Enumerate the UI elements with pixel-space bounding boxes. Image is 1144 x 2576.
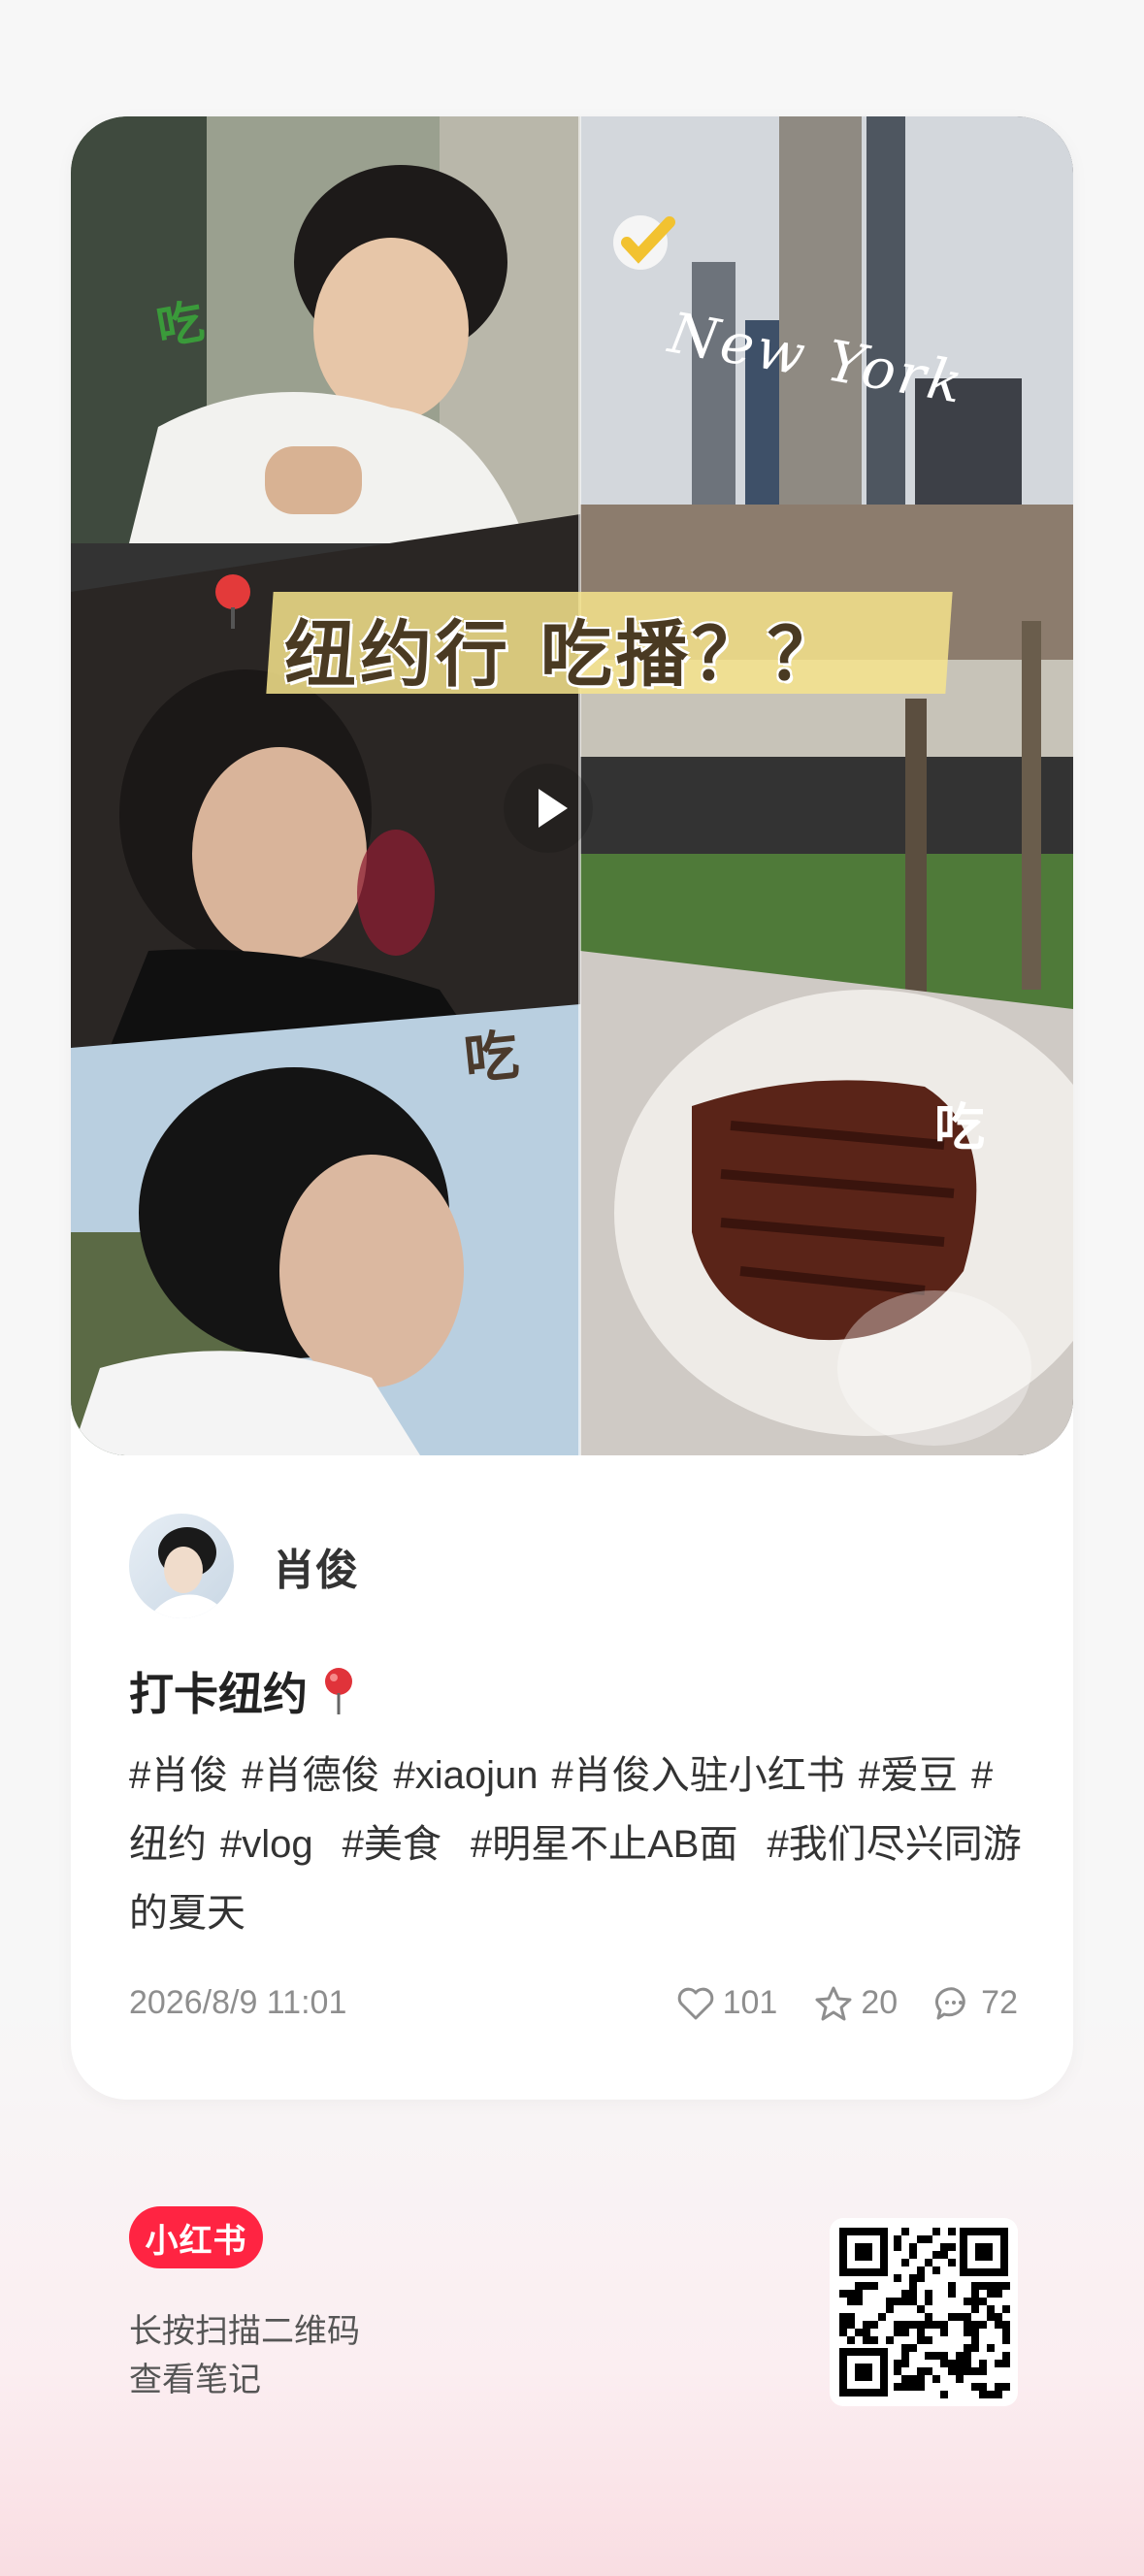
post-title-text: 打卡纽约 [129,1669,308,1719]
qr-instruction-line-2: 查看笔记 [129,2362,261,2398]
cover-collage[interactable]: 纽约行 吃播？？ New York 吃 吃 吃 [71,116,1073,1455]
qr-instruction-line-1: 长按扫描二维码 [129,2313,360,2350]
star-count: 20 [861,1984,899,2021]
eat-sticker-2: 吃 [461,1024,522,1091]
post-date: 2026/8/9 11:01 [129,1984,347,2021]
hashtag-list: #肖俊 #肖德俊 #xiaojun #肖俊入驻小红书 #爱豆 #纽约 #vlog #美食 #明星… [129,1742,1031,1948]
red-pin-icon [215,574,250,629]
location-pin-icon [319,1666,358,1716]
hashtag[interactable]: #美食 [343,1823,441,1866]
star-stat[interactable]: 20 [814,1984,898,2022]
author-name[interactable]: 肖俊 [273,1535,358,1597]
hashtag[interactable]: #vlog [220,1823,313,1866]
like-count: 101 [722,1984,778,2021]
post-meta: 2026/8/9 11:01 101 20 72 [129,1984,1018,2033]
xiaohongshu-logo: 小红书 [129,2206,263,2268]
check-badge-icon [613,215,675,270]
qr-instructions: 长按扫描二维码 查看笔记 [129,2307,360,2404]
hashtag[interactable]: #xiaojun [394,1754,539,1797]
star-icon [815,1986,852,2020]
hashtag[interactable]: #爱豆 [859,1754,958,1797]
post-stats: 101 20 72 [639,1984,1018,2022]
cover-title: 纽约行 吃播？？ [284,613,843,697]
heart-icon [677,1987,713,2019]
comment-stat[interactable]: 72 [934,1984,1018,2022]
comment-icon [935,1986,965,2019]
hashtag[interactable]: #肖俊 [129,1754,228,1797]
post-title: 打卡纽约 [129,1659,358,1723]
qr-code[interactable] [830,2218,1018,2406]
eat-sticker-3: 吃 [934,1100,986,1157]
hashtag[interactable]: #明星不止AB面 [471,1823,738,1866]
avatar[interactable] [129,1514,234,1618]
like-stat[interactable]: 101 [676,1984,778,2022]
author-row[interactable]: 肖俊 [129,1514,358,1618]
hashtag[interactable]: #肖德俊 [242,1754,379,1797]
comment-count: 72 [981,1984,1018,2021]
play-icon[interactable] [504,764,593,853]
hashtag[interactable]: #肖俊入驻小红书 [552,1754,845,1797]
note-card: 纽约行 吃播？？ New York 吃 吃 吃 肖俊 打卡纽约 #肖俊 #肖德俊… [71,116,1073,2100]
